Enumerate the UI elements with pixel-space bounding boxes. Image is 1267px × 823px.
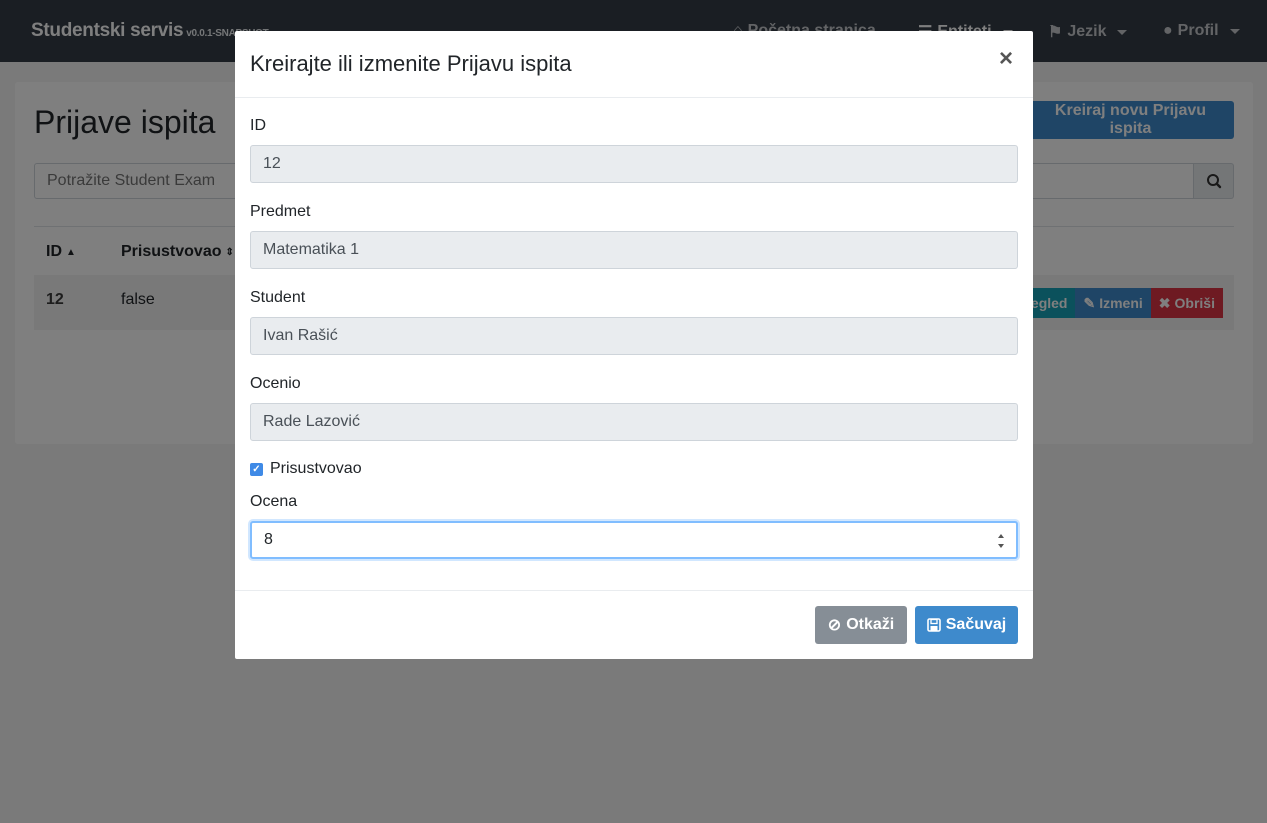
close-icon[interactable]: × [999,47,1013,71]
field-ocena-label: Ocena [250,493,298,510]
field-predmet-input[interactable]: Matematika 1 [250,231,1018,269]
field-student-input[interactable]: Ivan Rašić [250,317,1018,355]
field-id-input: 12 [250,145,1018,183]
field-predmet-label: Predmet [250,203,311,220]
grade-value: 8 [264,531,273,548]
modal-title: Kreirajte ili izmenite Prijavu ispita [250,51,572,76]
field-ocenio-input[interactable]: Rade Lazović [250,403,1018,441]
prisustvovao-checkbox-row: ✓ Prisustvovao [250,460,362,478]
spinner-up-icon [998,534,1004,538]
prisustvovao-label[interactable]: Prisustvovao [270,460,362,478]
save-button-label: Sačuvaj [945,616,1007,633]
number-spinner[interactable] [997,534,1005,548]
edit-exam-dialog: Kreirajte ili izmenite Prijavu ispita × … [235,31,1033,659]
grade-input[interactable]: 8 [250,521,1018,559]
cancel-button-label: Otkaži [846,616,895,633]
field-ocenio-label: Ocenio [250,375,301,392]
ban-icon: ⊘ [827,617,842,634]
field-id-label: ID [250,117,266,134]
prisustvovao-checkbox[interactable]: ✓ [250,462,263,476]
cancel-button[interactable]: ⊘ Otkaži [815,606,907,644]
floppy-icon [926,618,941,632]
field-student-label: Student [250,289,306,306]
modal-header: Kreirajte ili izmenite Prijavu ispita × [235,31,1033,98]
save-button[interactable]: Sačuvaj [915,606,1018,644]
spinner-down-icon [998,544,1004,548]
modal-footer: ⊘ Otkaži Sačuvaj [235,590,1033,660]
